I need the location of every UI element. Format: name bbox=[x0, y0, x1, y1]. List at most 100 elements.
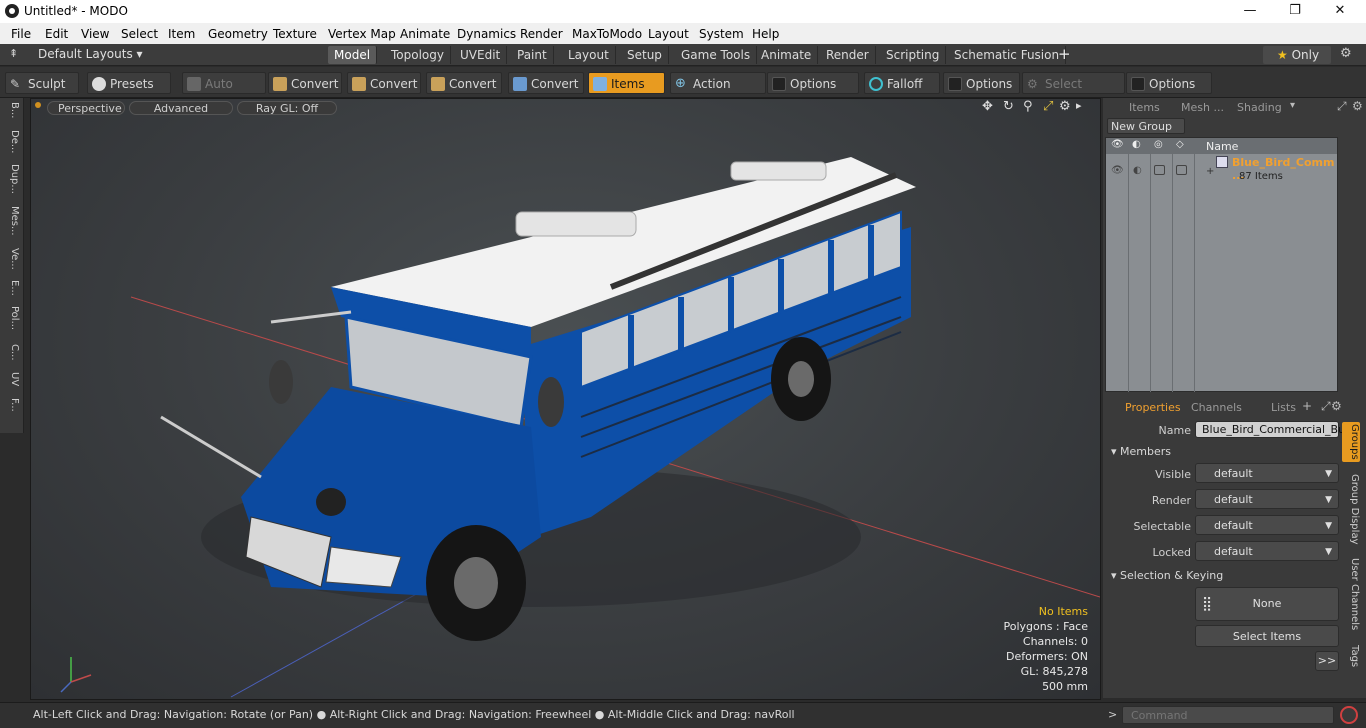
raygl-button[interactable]: Ray GL: Off bbox=[237, 101, 337, 115]
add-layout-button[interactable]: + bbox=[1058, 45, 1071, 63]
tab-schematic-fusion[interactable]: Schematic Fusion bbox=[948, 46, 1067, 64]
select-through-button[interactable]: ⚙Select Through bbox=[1022, 72, 1125, 113]
none-button[interactable]: ⣿ None bbox=[1195, 587, 1339, 621]
falloff-options-button[interactable]: Options bbox=[943, 72, 1020, 94]
menu-file[interactable]: File bbox=[11, 27, 31, 41]
render-dropdown[interactable]: default ▼ bbox=[1195, 489, 1339, 509]
visible-dropdown[interactable]: default ▼ bbox=[1195, 463, 1339, 483]
tab-vertex[interactable]: Ve... bbox=[4, 248, 20, 270]
more-button[interactable]: >> bbox=[1315, 651, 1339, 671]
tab-model[interactable]: Model bbox=[328, 46, 378, 64]
tab-game-tools[interactable]: Game Tools bbox=[675, 46, 758, 64]
zoom-view-icon[interactable]: ⚲ bbox=[1023, 99, 1033, 114]
menu-system[interactable]: System bbox=[699, 27, 744, 41]
expand-icon[interactable]: ⤢ bbox=[1321, 399, 1331, 414]
command-input-box[interactable] bbox=[1122, 706, 1334, 724]
render-toggle-icon[interactable]: ◐ bbox=[1133, 165, 1142, 176]
selectable-dropdown[interactable]: default ▼ bbox=[1195, 515, 1339, 535]
tab-uvedit[interactable]: UVEdit bbox=[454, 46, 508, 64]
tab-paint[interactable]: Paint bbox=[511, 46, 554, 64]
sculpt-button[interactable]: ✎ Sculpt bbox=[5, 72, 79, 94]
panel-gear-icon[interactable]: ⚙ bbox=[1352, 99, 1363, 113]
tab-mesh-edit[interactable]: Mes... bbox=[4, 206, 20, 236]
menu-render[interactable]: Render bbox=[520, 27, 563, 41]
name-field[interactable]: Blue_Bird_Commercial_Bus bbox=[1195, 421, 1351, 438]
members-section[interactable]: ▾ Members bbox=[1111, 445, 1171, 458]
menu-select[interactable]: Select bbox=[121, 27, 158, 41]
command-input[interactable] bbox=[1123, 707, 1323, 723]
move-view-icon[interactable]: ✥ bbox=[982, 99, 993, 114]
menu-dynamics[interactable]: Dynamics bbox=[457, 27, 516, 41]
presets-button[interactable]: Presets F6 bbox=[87, 72, 171, 113]
tab-shading[interactable]: Shading bbox=[1231, 100, 1288, 116]
eye-header-icon[interactable]: 👁 bbox=[1111, 139, 1124, 150]
tab-render[interactable]: Render bbox=[820, 46, 876, 64]
layouts-collapse-icon[interactable]: ⇞ bbox=[9, 47, 18, 60]
panel-gear-icon[interactable]: ⚙ bbox=[1331, 399, 1342, 413]
vtab-groups[interactable]: Groups bbox=[1342, 422, 1360, 462]
column-name-header[interactable]: Name bbox=[1206, 140, 1238, 153]
tab-duplicate[interactable]: Dup... bbox=[4, 164, 20, 194]
menu-edit[interactable]: Edit bbox=[45, 27, 68, 41]
add-tab-button[interactable]: + bbox=[1302, 399, 1312, 413]
select-toggle-icon[interactable] bbox=[1176, 165, 1187, 175]
tab-setup[interactable]: Setup bbox=[621, 46, 669, 64]
fit-view-icon[interactable]: ⤢ bbox=[1043, 99, 1053, 114]
tab-basic[interactable]: B... bbox=[4, 102, 20, 118]
record-icon[interactable] bbox=[1340, 706, 1358, 724]
rotate-view-icon[interactable]: ↻ bbox=[1003, 99, 1014, 114]
tab-deform[interactable]: De... bbox=[4, 130, 20, 153]
action-center-options-button[interactable]: Options bbox=[767, 72, 859, 94]
tab-items[interactable]: Items bbox=[1123, 100, 1166, 116]
tab-properties[interactable]: Properties bbox=[1119, 400, 1187, 416]
tab-fusion[interactable]: F... bbox=[4, 398, 20, 412]
tab-scripting[interactable]: Scripting bbox=[880, 46, 947, 64]
lock-toggle-icon[interactable] bbox=[1154, 165, 1165, 175]
render-header-icon[interactable]: ◐ bbox=[1132, 139, 1141, 150]
tab-channels[interactable]: Channels bbox=[1185, 400, 1248, 416]
tab-animate[interactable]: Animate bbox=[755, 46, 819, 64]
menu-layout[interactable]: Layout bbox=[648, 27, 689, 41]
menu-help[interactable]: Help bbox=[752, 27, 779, 41]
default-layouts-dropdown[interactable]: Default Layouts ▾ bbox=[38, 47, 143, 61]
items-mode-button[interactable]: Items bbox=[588, 72, 665, 94]
viewport-gear-icon[interactable]: ⚙ bbox=[1059, 99, 1071, 114]
close-button[interactable]: ✕ bbox=[1320, 2, 1360, 20]
locked-dropdown[interactable]: default ▼ bbox=[1195, 541, 1339, 561]
viewport-dot-icon[interactable] bbox=[35, 102, 41, 108]
convert-button-1[interactable]: Convert bbox=[268, 72, 342, 94]
convert-button-4[interactable]: Convert bbox=[508, 72, 584, 94]
menu-texture[interactable]: Texture bbox=[273, 27, 317, 41]
perspective-button[interactable]: Perspective bbox=[47, 101, 125, 115]
menu-item[interactable]: Item bbox=[168, 27, 195, 41]
3d-viewport[interactable]: Perspective Advanced Ray GL: Off ✥ ↻ ⚲ ⤢… bbox=[30, 98, 1101, 700]
tab-edge[interactable]: E... bbox=[4, 280, 20, 296]
convert-button-3[interactable]: Convert bbox=[426, 72, 502, 94]
viewport-expand-icon[interactable]: ▸ bbox=[1076, 99, 1082, 112]
falloff-button[interactable]: Falloff bbox=[864, 72, 940, 94]
maximize-button[interactable]: ❐ bbox=[1275, 2, 1315, 20]
lock-header-icon[interactable]: ◎ bbox=[1154, 139, 1163, 150]
visibility-eye-icon[interactable]: 👁 bbox=[1111, 165, 1124, 176]
tab-mesh[interactable]: Mesh ... bbox=[1175, 100, 1230, 116]
only-toggle[interactable]: ★ Only bbox=[1263, 46, 1331, 64]
tab-uv[interactable]: UV bbox=[4, 372, 20, 386]
select-items-button[interactable]: Select Items bbox=[1195, 625, 1339, 647]
group-row[interactable]: 👁 ◐ + Blue_Bird_Comm ... 87 Items bbox=[1106, 156, 1337, 188]
new-group-button[interactable]: New Group bbox=[1107, 118, 1185, 134]
tab-topology[interactable]: Topology bbox=[385, 46, 451, 64]
menu-vertex-map[interactable]: Vertex Map bbox=[328, 27, 396, 41]
select-header-icon[interactable]: ◇ bbox=[1176, 139, 1184, 150]
auto-select-button[interactable]: Auto Select bbox=[182, 72, 266, 113]
gear-icon[interactable]: ⚙ bbox=[1340, 46, 1352, 61]
tab-layout[interactable]: Layout bbox=[562, 46, 616, 64]
tab-curve[interactable]: C... bbox=[4, 344, 20, 361]
minimize-button[interactable]: — bbox=[1230, 2, 1270, 20]
menu-maxtomodo[interactable]: MaxToModo bbox=[572, 27, 642, 41]
vtab-group-display[interactable]: Group Display bbox=[1342, 470, 1360, 548]
expand-plus-icon[interactable]: + bbox=[1206, 166, 1214, 177]
advanced-button[interactable]: Advanced bbox=[129, 101, 233, 115]
expand-icon[interactable]: ⤢ bbox=[1337, 99, 1347, 114]
convert-button-2[interactable]: Convert bbox=[347, 72, 421, 94]
vtab-user-channels[interactable]: User Channels bbox=[1342, 556, 1360, 632]
